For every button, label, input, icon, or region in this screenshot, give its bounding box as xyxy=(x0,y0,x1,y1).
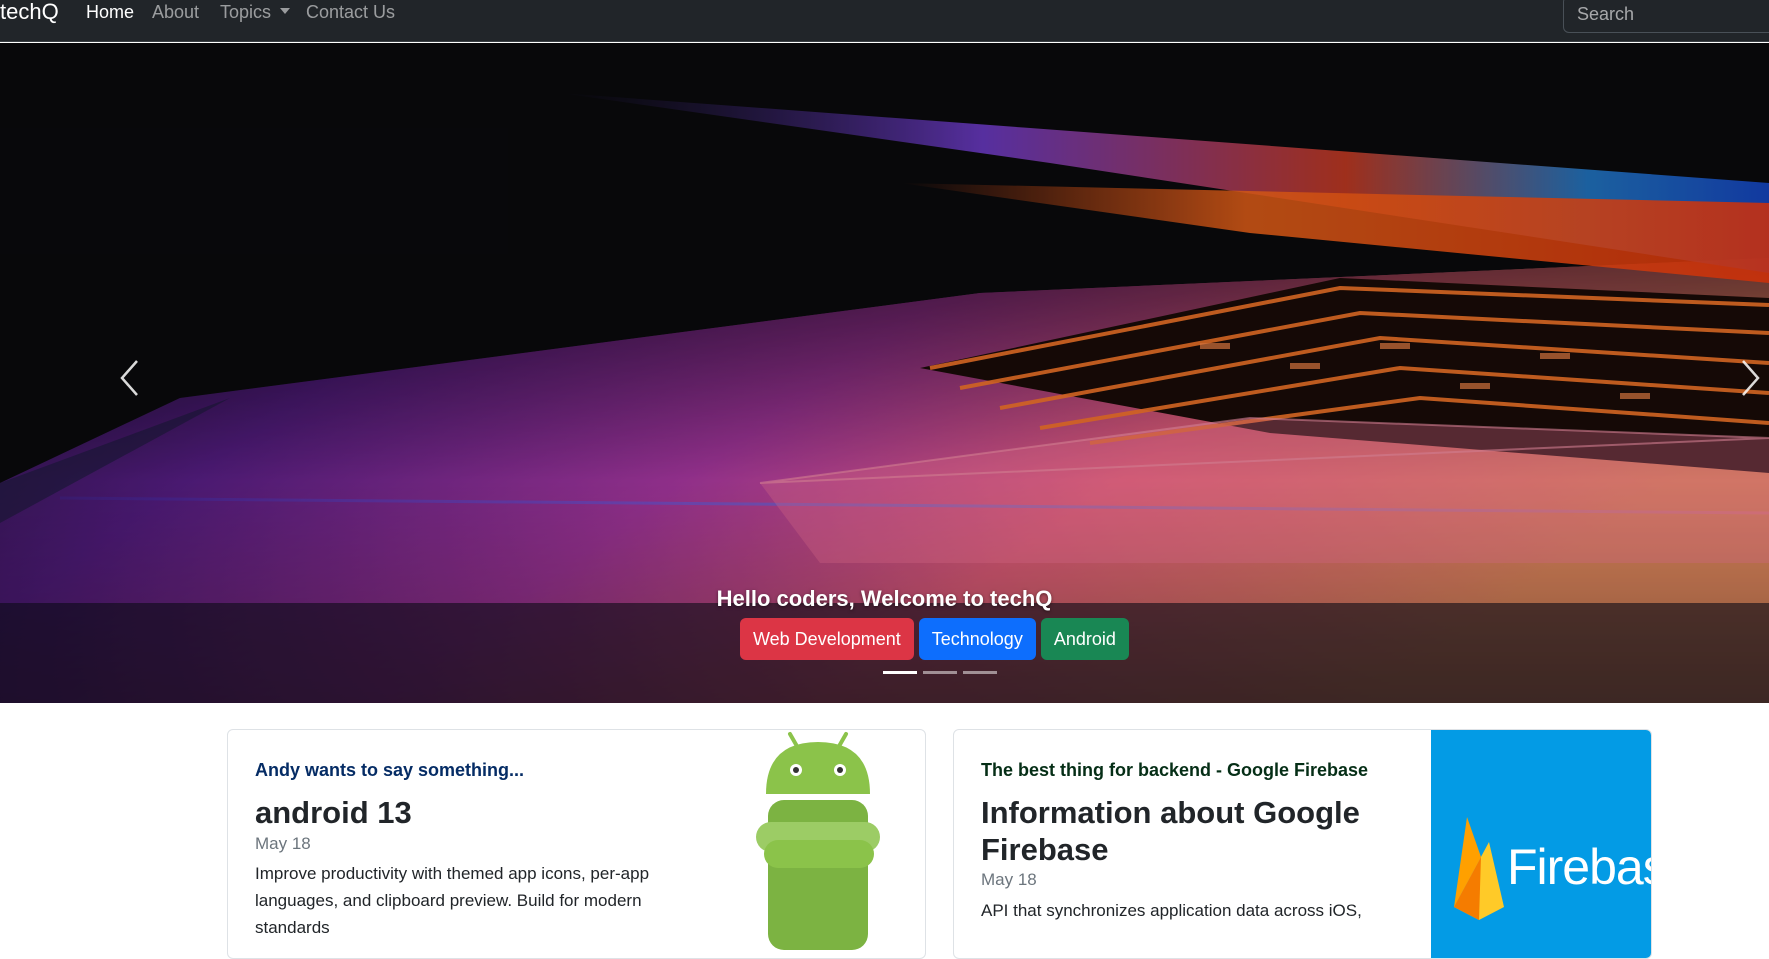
nav-topics-dropdown[interactable]: Topics xyxy=(220,0,291,24)
card-text: API that synchronizes application data a… xyxy=(981,901,1362,920)
topic-tags: Web Development Technology Android xyxy=(740,618,1129,660)
carousel-indicator[interactable] xyxy=(923,671,957,674)
carousel-prev-button[interactable] xyxy=(110,353,150,403)
chevron-left-icon xyxy=(120,360,138,396)
firebase-image: Firebase xyxy=(1431,730,1651,958)
card-kicker: Andy wants to say something... xyxy=(255,760,525,780)
tag-android[interactable]: Android xyxy=(1040,618,1129,660)
post-card-firebase[interactable]: The best thing for backend - Google Fire… xyxy=(953,729,1652,959)
card-date: May 18 xyxy=(255,834,311,853)
android-icon xyxy=(728,730,925,958)
card-kicker: The best thing for backend - Google Fire… xyxy=(981,760,1369,780)
nav-topics-label: Topics xyxy=(220,2,272,22)
tag-web-development[interactable]: Web Development xyxy=(740,618,914,660)
caption-title: Hello coders, Welcome to techQ xyxy=(716,586,1053,611)
nav-contact-us[interactable]: Contact Us xyxy=(306,0,395,24)
card-date: May 18 xyxy=(981,870,1037,889)
carousel-next-button[interactable] xyxy=(1730,353,1769,403)
brand-logo[interactable]: techQ xyxy=(0,0,59,28)
navbar: techQ Home About Topics Contact Us xyxy=(0,0,1769,42)
nav-home[interactable]: Home xyxy=(86,0,134,24)
hero-carousel: Hello coders, Welcome to techQ Web Devel… xyxy=(0,43,1769,703)
carousel-indicator[interactable] xyxy=(963,671,997,674)
firebase-icon xyxy=(1454,817,1504,920)
nav-about[interactable]: About xyxy=(152,0,199,24)
carousel-indicators xyxy=(883,671,997,674)
search-input[interactable] xyxy=(1563,0,1769,33)
card-text: Improve productivity with themed app ico… xyxy=(255,864,650,937)
post-card-android[interactable]: Andy wants to say something... android 1… xyxy=(227,729,926,959)
firebase-wordmark: Firebase xyxy=(1507,839,1651,895)
card-title[interactable]: Information about Google Firebase xyxy=(981,794,1391,868)
card-title[interactable]: android 13 xyxy=(255,794,675,831)
tag-technology[interactable]: Technology xyxy=(918,618,1036,660)
chevron-down-icon xyxy=(280,8,291,14)
chevron-right-icon xyxy=(1742,360,1760,396)
carousel-indicator[interactable] xyxy=(883,671,917,674)
carousel-caption: Hello coders, Welcome to techQ xyxy=(0,584,1769,614)
